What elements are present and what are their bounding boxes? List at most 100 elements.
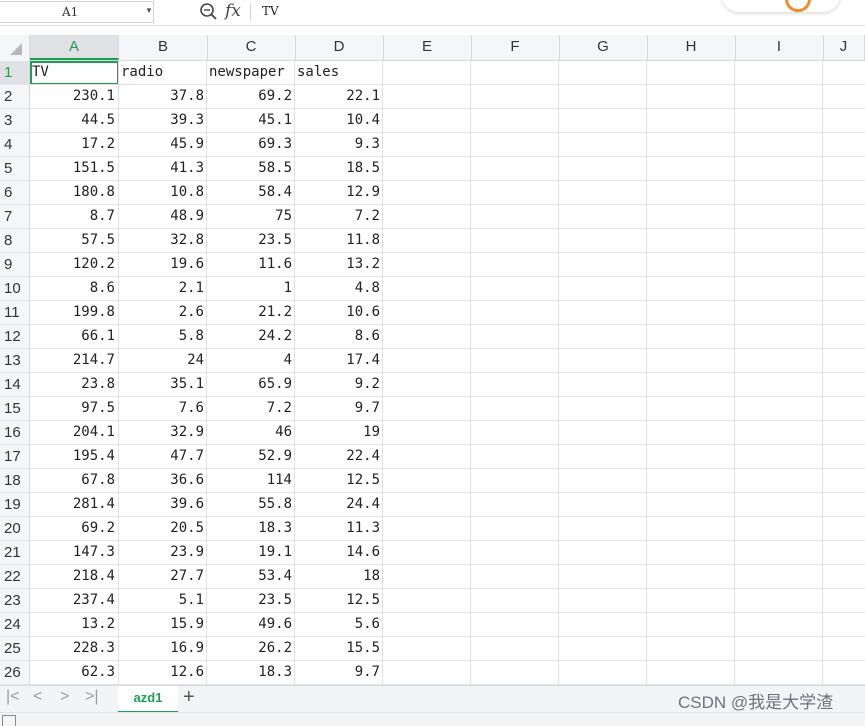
cell-d21[interactable]: 14.6 (295, 541, 382, 564)
cell-c6[interactable]: 58.4 (207, 181, 294, 204)
cell-c19[interactable]: 55.8 (207, 493, 294, 516)
row-header-4[interactable]: 4 (0, 133, 29, 157)
column-header-j[interactable]: J (823, 35, 865, 60)
cell-a13[interactable]: 214.7 (30, 349, 117, 372)
row-header-1[interactable]: 1 (0, 61, 29, 85)
cell-b14[interactable]: 35.1 (119, 373, 206, 396)
cell-a1[interactable]: TV (30, 61, 117, 84)
cell-d8[interactable]: 11.8 (295, 229, 382, 252)
cell-b13[interactable]: 24 (119, 349, 206, 372)
row-header-18[interactable]: 18 (0, 469, 29, 493)
cell-d25[interactable]: 15.5 (295, 637, 382, 660)
cell-a26[interactable]: 62.3 (30, 661, 117, 684)
cell-d24[interactable]: 5.6 (295, 613, 382, 636)
name-box-dropdown-icon[interactable]: ▼ (145, 6, 153, 15)
cell-b25[interactable]: 16.9 (119, 637, 206, 660)
cell-b2[interactable]: 37.8 (119, 85, 206, 108)
cell-b9[interactable]: 19.6 (119, 253, 206, 276)
cell-c1[interactable]: newspaper (207, 61, 294, 84)
cell-c10[interactable]: 1 (207, 277, 294, 300)
first-sheet-icon[interactable]: |< (6, 688, 20, 706)
cell-b23[interactable]: 5.1 (119, 589, 206, 612)
cell-d12[interactable]: 8.6 (295, 325, 382, 348)
cell-d1[interactable]: sales (295, 61, 382, 84)
cell-a17[interactable]: 195.4 (30, 445, 117, 468)
cell-c17[interactable]: 52.9 (207, 445, 294, 468)
cell-a6[interactable]: 180.8 (30, 181, 117, 204)
cell-a16[interactable]: 204.1 (30, 421, 117, 444)
cell-c21[interactable]: 19.1 (207, 541, 294, 564)
cell-b21[interactable]: 23.9 (119, 541, 206, 564)
cell-c11[interactable]: 21.2 (207, 301, 294, 324)
cell-b7[interactable]: 48.9 (119, 205, 206, 228)
row-header-13[interactable]: 13 (0, 349, 29, 373)
cell-a19[interactable]: 281.4 (30, 493, 117, 516)
cell-a4[interactable]: 17.2 (30, 133, 117, 156)
cell-d14[interactable]: 9.2 (295, 373, 382, 396)
column-header-c[interactable]: C (207, 35, 296, 60)
cell-c7[interactable]: 75 (207, 205, 294, 228)
cell-d22[interactable]: 18 (295, 565, 382, 588)
cell-d16[interactable]: 19 (295, 421, 382, 444)
cell-c24[interactable]: 49.6 (207, 613, 294, 636)
cell-c9[interactable]: 11.6 (207, 253, 294, 276)
prev-sheet-icon[interactable]: < (33, 688, 42, 706)
row-header-8[interactable]: 8 (0, 229, 29, 253)
cell-b17[interactable]: 47.7 (119, 445, 206, 468)
cell-a23[interactable]: 237.4 (30, 589, 117, 612)
cell-d20[interactable]: 11.3 (295, 517, 382, 540)
cell-a9[interactable]: 120.2 (30, 253, 117, 276)
cell-b24[interactable]: 15.9 (119, 613, 206, 636)
cell-c26[interactable]: 18.3 (207, 661, 294, 684)
row-header-11[interactable]: 11 (0, 301, 29, 325)
cell-b3[interactable]: 39.3 (119, 109, 206, 132)
select-all-button[interactable] (0, 35, 30, 60)
cell-d17[interactable]: 22.4 (295, 445, 382, 468)
cell-a18[interactable]: 67.8 (30, 469, 117, 492)
row-header-7[interactable]: 7 (0, 205, 29, 229)
fx-icon[interactable]: fx (225, 1, 241, 21)
cell-a22[interactable]: 218.4 (30, 565, 117, 588)
cell-a3[interactable]: 44.5 (30, 109, 117, 132)
cell-a20[interactable]: 69.2 (30, 517, 117, 540)
cell-b20[interactable]: 20.5 (119, 517, 206, 540)
cell-d7[interactable]: 7.2 (295, 205, 382, 228)
cell-d11[interactable]: 10.6 (295, 301, 382, 324)
row-header-24[interactable]: 24 (0, 613, 29, 637)
cell-a12[interactable]: 66.1 (30, 325, 117, 348)
add-sheet-button[interactable]: + (183, 686, 195, 709)
row-header-2[interactable]: 2 (0, 85, 29, 109)
column-header-e[interactable]: E (383, 35, 472, 60)
cell-d10[interactable]: 4.8 (295, 277, 382, 300)
column-header-i[interactable]: I (735, 35, 824, 60)
cell-b1[interactable]: radio (119, 61, 206, 84)
column-header-b[interactable]: B (119, 35, 208, 60)
row-header-5[interactable]: 5 (0, 157, 29, 181)
row-header-6[interactable]: 6 (0, 181, 29, 205)
cell-c15[interactable]: 7.2 (207, 397, 294, 420)
cell-c13[interactable]: 4 (207, 349, 294, 372)
row-header-12[interactable]: 12 (0, 325, 29, 349)
cell-b10[interactable]: 2.1 (119, 277, 206, 300)
cell-b4[interactable]: 45.9 (119, 133, 206, 156)
cell-b5[interactable]: 41.3 (119, 157, 206, 180)
page-view-icon[interactable] (2, 715, 16, 726)
row-header-9[interactable]: 9 (0, 253, 29, 277)
cell-b16[interactable]: 32.9 (119, 421, 206, 444)
column-header-d[interactable]: D (295, 35, 384, 60)
cell-d2[interactable]: 22.1 (295, 85, 382, 108)
cell-c20[interactable]: 18.3 (207, 517, 294, 540)
cell-b8[interactable]: 32.8 (119, 229, 206, 252)
cell-c4[interactable]: 69.3 (207, 133, 294, 156)
cell-d23[interactable]: 12.5 (295, 589, 382, 612)
cell-c5[interactable]: 58.5 (207, 157, 294, 180)
zoom-search-icon[interactable] (199, 2, 219, 27)
cell-c3[interactable]: 45.1 (207, 109, 294, 132)
floating-widget[interactable] (722, 0, 840, 12)
cell-b26[interactable]: 12.6 (119, 661, 206, 684)
cell-b19[interactable]: 39.6 (119, 493, 206, 516)
cell-b18[interactable]: 36.6 (119, 469, 206, 492)
cell-a25[interactable]: 228.3 (30, 637, 117, 660)
row-header-25[interactable]: 25 (0, 637, 29, 661)
cell-a15[interactable]: 97.5 (30, 397, 117, 420)
